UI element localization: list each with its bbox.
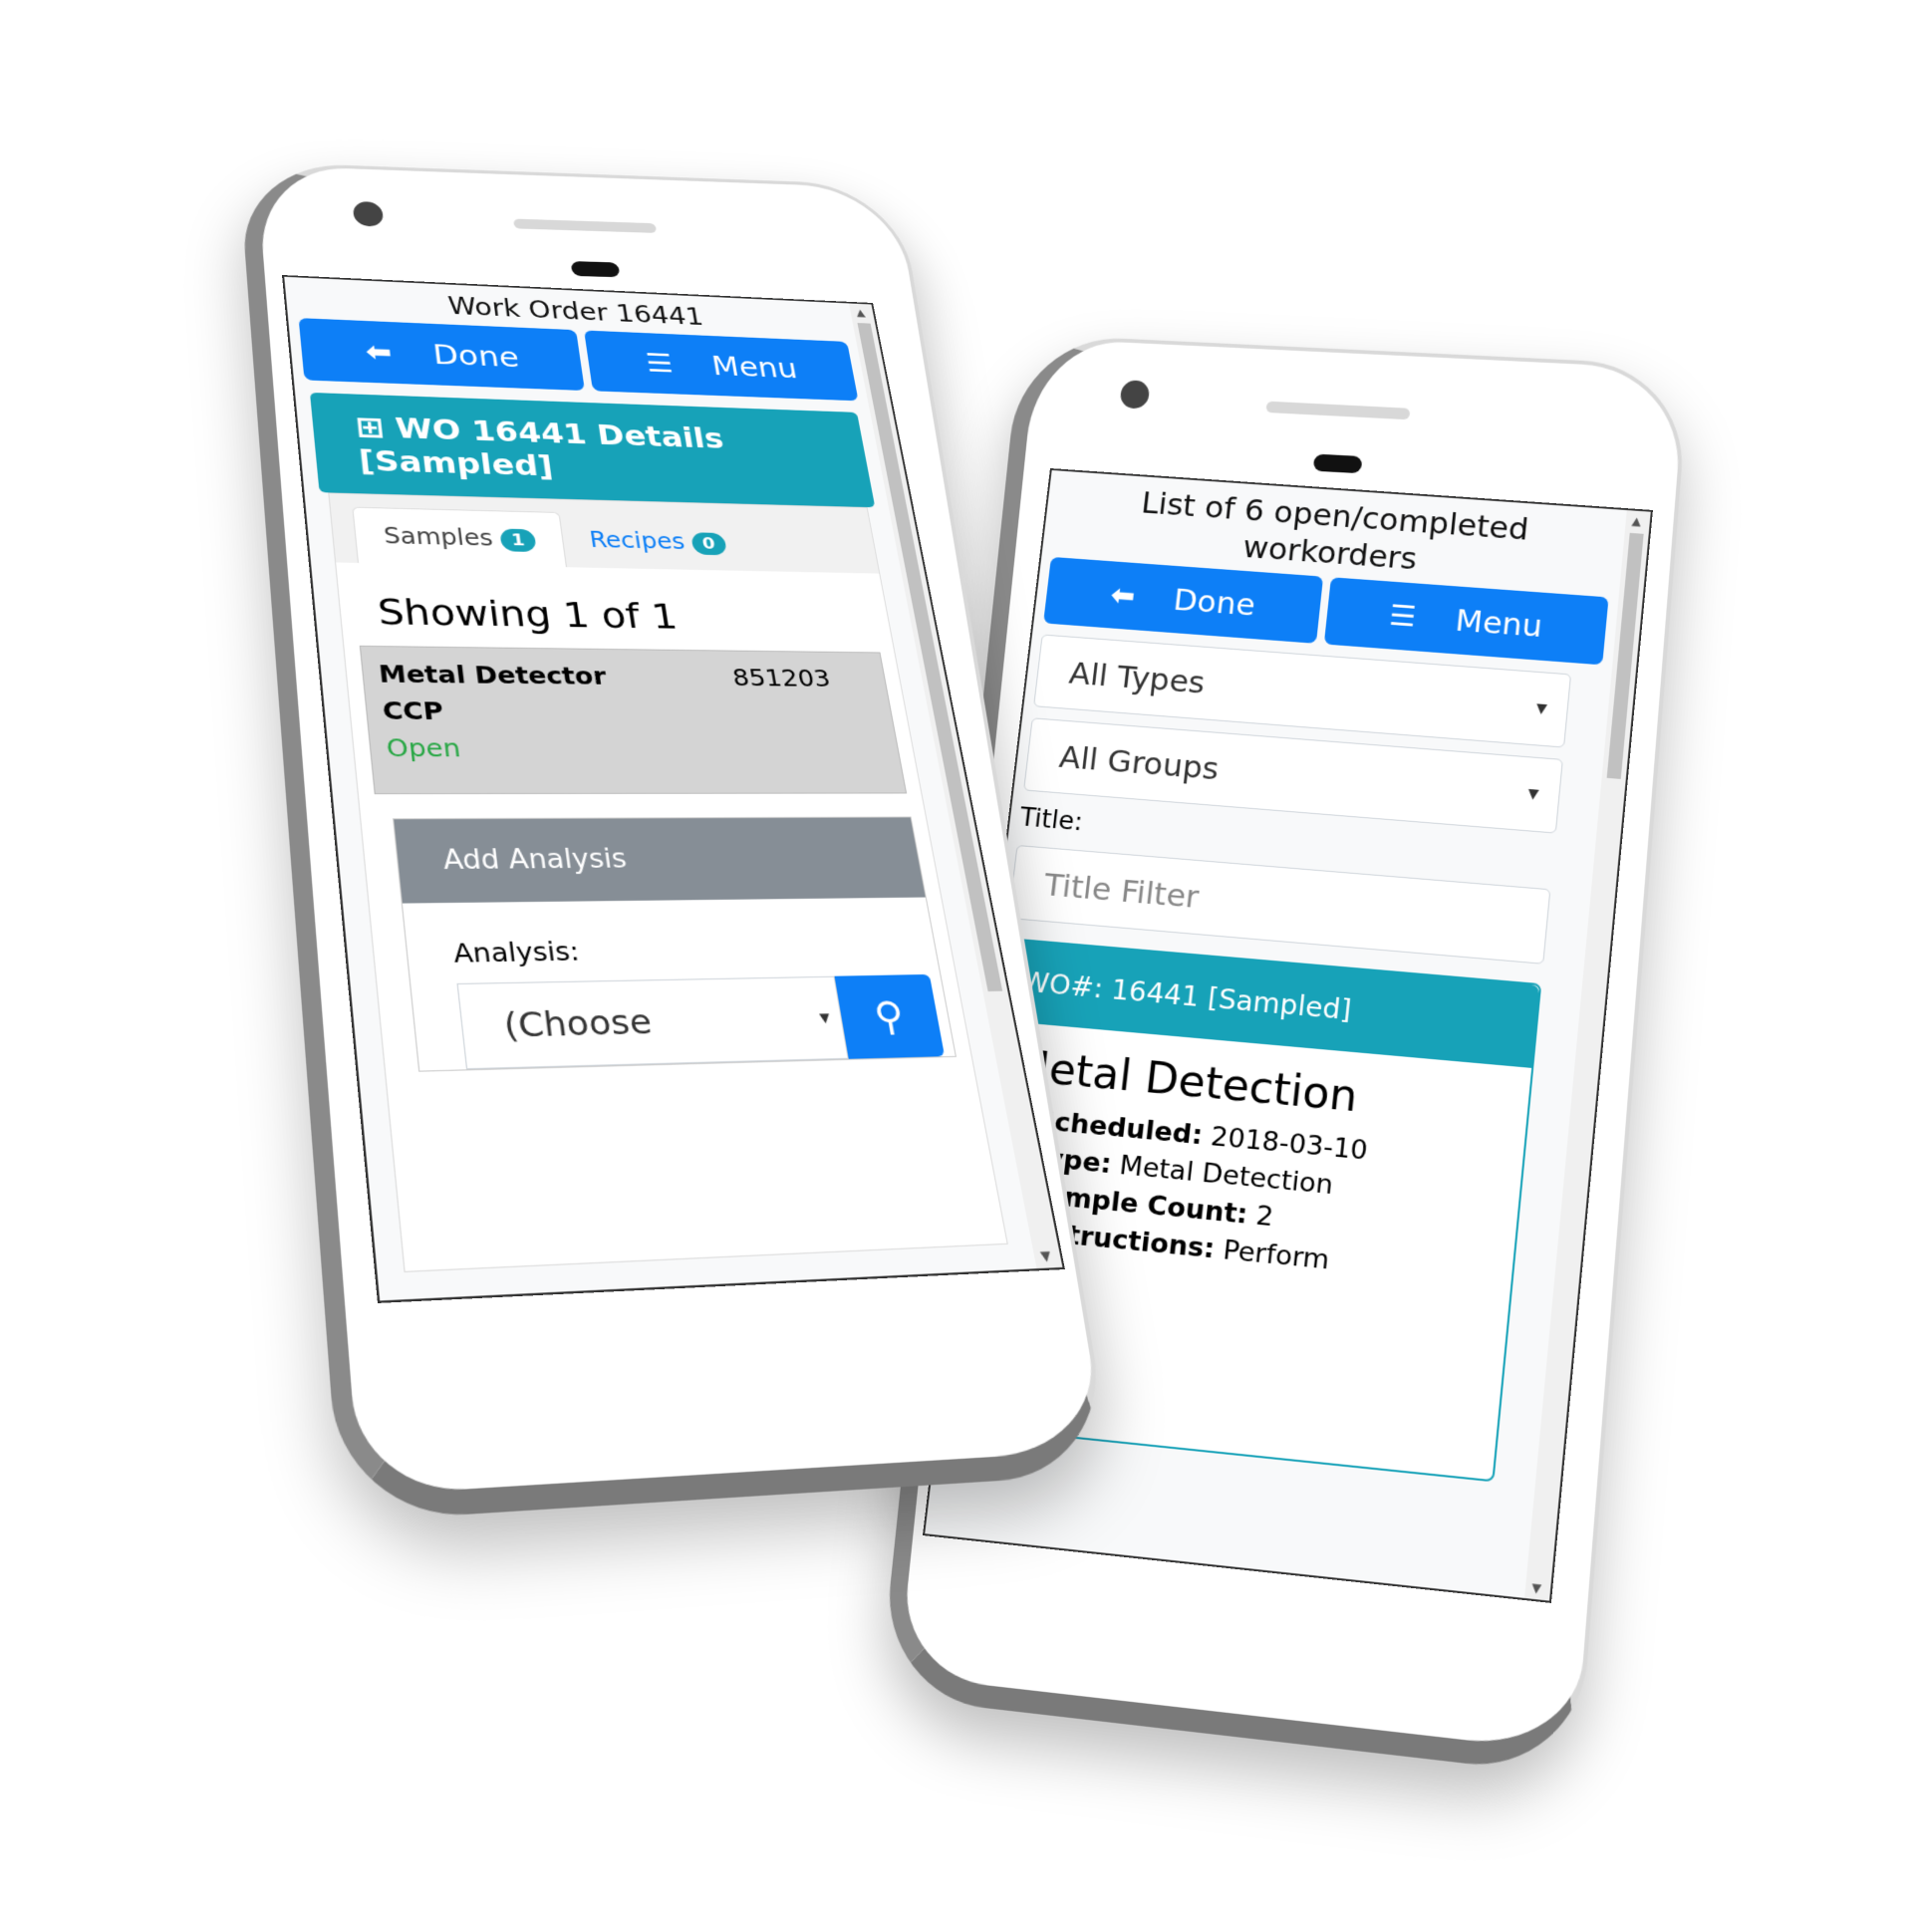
speaker-grille [1265, 401, 1411, 420]
caret-down-icon: ▼ [1535, 700, 1548, 717]
add-analysis-card: Add Analysis Analysis: (Choose ▼ ⚲ [393, 816, 957, 1072]
menu-button[interactable]: ☰ Menu [1323, 577, 1609, 666]
analysis-label: Analysis: [451, 936, 582, 969]
details-header[interactable]: ⊞ WO 16441 Details [Sampled] [309, 392, 876, 508]
tab-recipes[interactable]: Recipes 0 [559, 512, 755, 571]
camera-icon [352, 200, 385, 227]
status-open: Open [385, 733, 462, 763]
earpiece [1312, 453, 1363, 474]
plus-square-icon: ⊞ [353, 410, 386, 444]
left-phone-screen: Work Order 16441 ⬅ Done ☰ Menu ⊞ WO 16441 … [282, 275, 1065, 1303]
arrow-left-icon: ⬅ [364, 336, 394, 368]
sample-item[interactable]: Metal Detector 851203 CCP Open [359, 645, 908, 795]
camera-icon [1119, 380, 1151, 410]
showing-count: Showing 1 of 1 [376, 591, 681, 638]
add-analysis-header: Add Analysis [394, 817, 926, 904]
bars-icon: ☰ [644, 348, 676, 379]
caret-down-icon: ▼ [1526, 786, 1540, 803]
earpiece [570, 261, 621, 278]
speaker-grille [513, 218, 658, 233]
done-button[interactable]: ⬅ Done [1043, 556, 1324, 644]
tab-samples[interactable]: Samples 1 [352, 506, 567, 568]
analysis-select[interactable]: (Choose ▼ [456, 975, 849, 1070]
caret-down-icon: ▼ [818, 1009, 831, 1025]
search-button[interactable]: ⚲ [834, 973, 946, 1059]
bars-icon: ☰ [1388, 599, 1419, 634]
arrow-left-icon: ⬅ [1109, 578, 1138, 613]
done-button[interactable]: ⬅ Done [298, 318, 585, 392]
menu-button[interactable]: ☰ Menu [584, 330, 859, 402]
search-icon: ⚲ [870, 992, 909, 1040]
